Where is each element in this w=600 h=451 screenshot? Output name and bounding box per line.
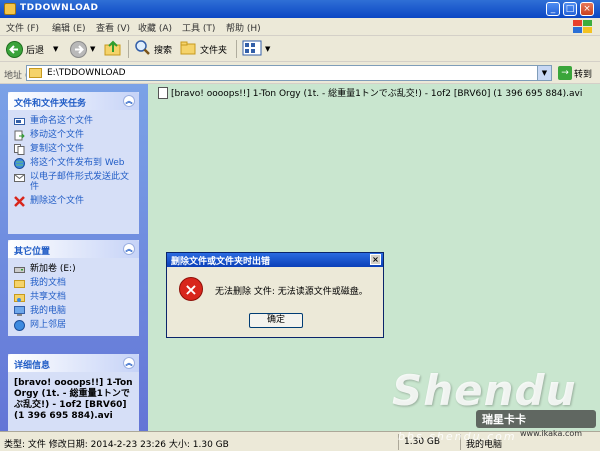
menu-view[interactable]: 查看 (V) bbox=[96, 21, 130, 34]
chevron-down-icon[interactable]: ▼ bbox=[90, 45, 95, 53]
details-panel: 详细信息 ︽ [bravo! oooops!!] 1-Ton Orgy (1t.… bbox=[8, 354, 139, 431]
file-tasks-header[interactable]: 文件和文件夹任务 ︽ bbox=[8, 92, 139, 110]
computer-icon bbox=[14, 306, 25, 317]
place-network[interactable]: 网上邻居 bbox=[8, 318, 139, 332]
forward-arrow-icon bbox=[70, 40, 87, 58]
go-label: 转到 bbox=[574, 69, 593, 80]
error-icon: × bbox=[179, 277, 203, 301]
back-label: 后退 bbox=[26, 45, 45, 56]
other-places-panel: 其它位置 ︽ 新加卷 (E:) 我的文档 共享文档 我的电脑 网上邻居 bbox=[8, 240, 139, 336]
close-button[interactable]: × bbox=[580, 2, 594, 16]
forward-button[interactable]: ▼ bbox=[70, 39, 95, 59]
address-dropdown-button[interactable]: ▼ bbox=[537, 66, 551, 80]
move-icon bbox=[14, 130, 25, 141]
folder-icon bbox=[29, 68, 42, 78]
drive-icon bbox=[14, 264, 25, 275]
windows-logo-icon bbox=[572, 19, 594, 35]
status-details: 类型: 文件 修改日期: 2014-2-23 23:26 大小: 1.30 GB bbox=[4, 440, 229, 450]
file-item[interactable]: [bravo! oooops!!] 1-Ton Orgy (1t. - 総重量1… bbox=[158, 86, 582, 99]
window-title: TDDOWNLOAD bbox=[20, 3, 99, 13]
chevron-up-icon[interactable]: ︽ bbox=[123, 243, 135, 255]
folders-icon bbox=[180, 40, 197, 59]
watermark-logo: Shendu bbox=[392, 366, 577, 415]
folders-button[interactable]: 文件夹 bbox=[180, 39, 227, 59]
back-button[interactable]: 后退 ▼ bbox=[6, 39, 58, 59]
watermark-url: www.ikaka.com bbox=[520, 429, 583, 438]
menu-file[interactable]: 文件 (F) bbox=[6, 21, 39, 34]
place-drive-e[interactable]: 新加卷 (E:) bbox=[8, 262, 139, 276]
chevron-up-icon[interactable]: ︽ bbox=[123, 95, 135, 107]
views-grid-icon bbox=[242, 40, 262, 59]
watermark-site: bbs.shendu.com bbox=[398, 430, 517, 443]
task-pane: 文件和文件夹任务 ︽ 重命名这个文件 移动这个文件 复制这个文件 将这个文件发布… bbox=[0, 84, 148, 431]
chevron-up-icon[interactable]: ︽ bbox=[123, 357, 135, 369]
toolbar-separator bbox=[236, 40, 237, 58]
address-path: E:\TDDOWNLOAD bbox=[47, 68, 126, 78]
shared-folder-icon bbox=[14, 292, 25, 303]
task-publish-web[interactable]: 将这个文件发布到 Web bbox=[8, 156, 139, 170]
place-my-computer[interactable]: 我的电脑 bbox=[8, 304, 139, 318]
toolbar-separator bbox=[128, 40, 129, 58]
rename-icon bbox=[14, 116, 25, 127]
task-move-file[interactable]: 移动这个文件 bbox=[8, 128, 139, 142]
other-places-title: 其它位置 bbox=[14, 247, 51, 257]
dialog-title-bar: 删除文件或文件夹时出错 × bbox=[167, 253, 383, 267]
task-rename-file[interactable]: 重命名这个文件 bbox=[8, 114, 139, 128]
task-delete-file[interactable]: 删除这个文件 bbox=[8, 194, 139, 208]
minimize-button[interactable]: _ bbox=[546, 2, 560, 16]
file-tasks-panel: 文件和文件夹任务 ︽ 重命名这个文件 移动这个文件 复制这个文件 将这个文件发布… bbox=[8, 92, 139, 234]
delete-x-icon bbox=[14, 196, 25, 207]
menu-bar: 文件 (F) 编辑 (E) 查看 (V) 收藏 (A) 工具 (T) 帮助 (H… bbox=[0, 18, 600, 36]
up-folder-icon bbox=[104, 39, 122, 60]
folder-icon bbox=[4, 3, 16, 15]
views-button[interactable]: ▼ bbox=[242, 39, 270, 59]
details-title: 详细信息 bbox=[14, 361, 51, 371]
details-filename: [bravo! oooops!!] 1-Ton Orgy (1t. - 総重量1… bbox=[14, 378, 133, 421]
video-file-icon bbox=[158, 86, 168, 99]
go-arrow-icon: → bbox=[558, 66, 572, 80]
error-dialog: 删除文件或文件夹时出错 × × 无法删除 文件: 无法读源文件或磁盘。 确定 bbox=[166, 252, 384, 338]
network-icon bbox=[14, 320, 25, 331]
file-name: [bravo! oooops!!] 1-Ton Orgy (1t. - 総重量1… bbox=[171, 89, 583, 99]
copy-icon bbox=[14, 144, 25, 155]
menu-favorites[interactable]: 收藏 (A) bbox=[138, 21, 172, 34]
email-icon bbox=[14, 172, 25, 183]
address-input[interactable]: E:\TDDOWNLOAD ▼ bbox=[26, 65, 552, 81]
details-header[interactable]: 详细信息 ︽ bbox=[8, 354, 139, 372]
other-places-header[interactable]: 其它位置 ︽ bbox=[8, 240, 139, 258]
watermark-badge: 瑞星卡卡 bbox=[476, 410, 596, 428]
file-tasks-title: 文件和文件夹任务 bbox=[14, 99, 87, 109]
menu-edit[interactable]: 编辑 (E) bbox=[52, 21, 86, 34]
go-button[interactable]: → 转到 bbox=[558, 66, 592, 80]
place-shared-documents[interactable]: 共享文档 bbox=[8, 290, 139, 304]
title-bar: TDDOWNLOAD _ □ × bbox=[0, 0, 600, 18]
folders-label: 文件夹 bbox=[200, 45, 228, 56]
back-arrow-icon bbox=[6, 40, 23, 58]
dialog-message: 无法删除 文件: 无法读源文件或磁盘。 bbox=[215, 287, 368, 297]
maximize-button[interactable]: □ bbox=[563, 2, 577, 16]
menu-help[interactable]: 帮助 (H) bbox=[226, 21, 261, 34]
folder-icon bbox=[14, 278, 25, 289]
menu-tools[interactable]: 工具 (T) bbox=[182, 21, 215, 34]
search-button[interactable]: 搜索 bbox=[134, 39, 172, 59]
search-icon bbox=[134, 39, 151, 59]
task-copy-file[interactable]: 复制这个文件 bbox=[8, 142, 139, 156]
address-bar: 地址 (D) E:\TDDOWNLOAD ▼ → 转到 bbox=[0, 62, 600, 84]
search-label: 搜索 bbox=[154, 45, 173, 56]
globe-icon bbox=[14, 158, 25, 169]
up-folder-button[interactable] bbox=[104, 39, 122, 59]
task-email-file[interactable]: 以电子邮件形式发送此文件 bbox=[8, 170, 139, 194]
toolbar: 后退 ▼ ▼ 搜索 文件夹 ▼ bbox=[0, 36, 600, 62]
ok-button[interactable]: 确定 bbox=[249, 313, 303, 328]
chevron-down-icon[interactable]: ▼ bbox=[53, 45, 58, 53]
dialog-close-button[interactable]: × bbox=[370, 254, 381, 265]
dialog-title: 删除文件或文件夹时出错 bbox=[171, 257, 271, 267]
chevron-down-icon[interactable]: ▼ bbox=[265, 45, 270, 53]
place-my-documents[interactable]: 我的文档 bbox=[8, 276, 139, 290]
